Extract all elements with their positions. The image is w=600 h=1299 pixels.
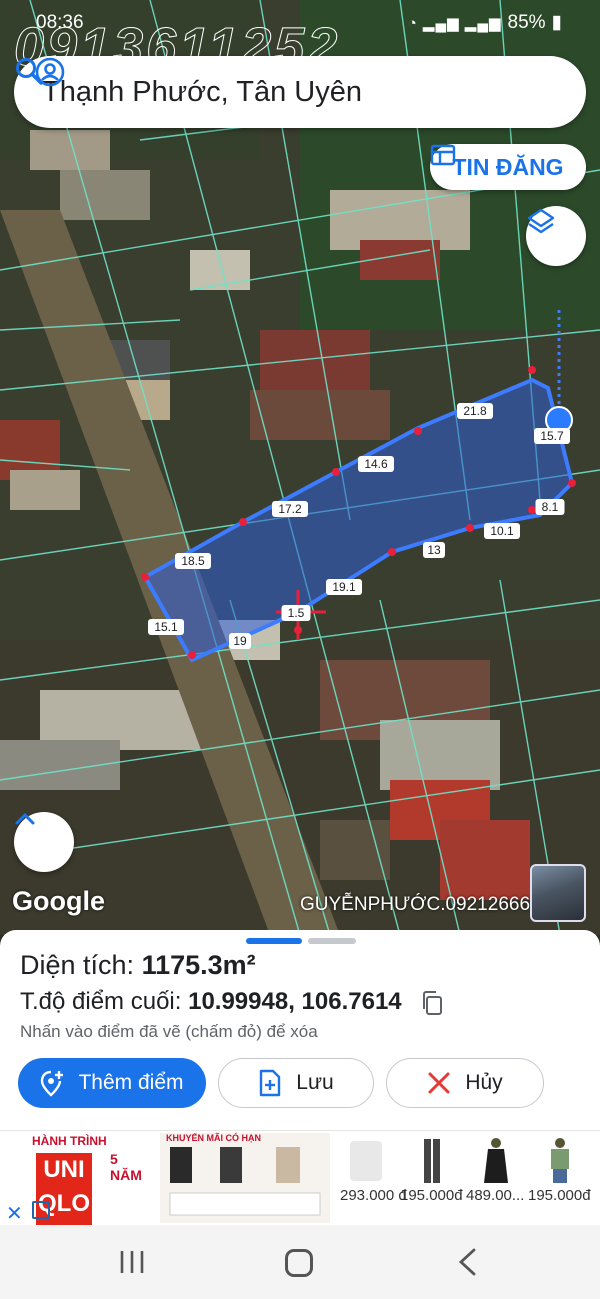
listing-icon (430, 144, 456, 166)
add-point-button[interactable]: Thêm điểm (18, 1058, 206, 1108)
battery-icon: ▮ (551, 12, 562, 33)
coord-row: T.độ điểm cuối: 10.99948, 106.7614 (20, 988, 402, 1016)
chevron-up-icon (15, 812, 35, 825)
close-icon (428, 1072, 450, 1094)
signal-icon: ◔ ▂▄▆ ▂▄▆ (407, 14, 502, 32)
ad-banner[interactable]: HÀNH TRÌNH UNI QLO 5 NĂM KHUYẾN MÃI CÓ H… (0, 1130, 600, 1225)
edge-length-label: 13 (427, 543, 441, 557)
product-top-image (350, 1141, 382, 1181)
edge-length-label: 18.5 (181, 554, 205, 568)
add-point-label: Thêm điểm (78, 1071, 184, 1094)
area-value: 1175.3m² (141, 950, 256, 980)
home-icon[interactable] (285, 1249, 313, 1277)
add-location-icon (41, 1070, 64, 1097)
ad-banner-title: HÀNH TRÌNH (32, 1134, 107, 1148)
search-bar[interactable]: Thạnh Phước, Tân Uyên (14, 56, 586, 128)
edge-length-label: 19 (233, 634, 247, 648)
sheet-handle[interactable] (246, 938, 356, 944)
layers-button[interactable] (526, 206, 586, 266)
product-pants-image (424, 1139, 440, 1183)
recents-icon[interactable] (118, 1249, 146, 1275)
ad-close-icon[interactable]: ✕ (6, 1201, 23, 1226)
edge-length-label: 8.1 (542, 500, 559, 514)
edge-length-label: 21.8 (463, 404, 487, 418)
coord-label: T.độ điểm cuối: (20, 988, 182, 1015)
battery-level: 85% (507, 11, 546, 33)
product-price: 195.000đ (528, 1187, 591, 1204)
edge-length-label: 19.1 (332, 580, 356, 594)
search-icon[interactable] (14, 56, 44, 86)
credit-watermark: GUYỄNPHƯỚC.09212666 (300, 894, 531, 915)
ad-choices-icon[interactable] (32, 1201, 50, 1219)
product-shirt-image (551, 1138, 569, 1183)
layers-icon (527, 208, 555, 234)
product-price: 195.000đ (400, 1187, 463, 1204)
area-label: Diện tích: (20, 950, 135, 980)
product-price: 293.000 đ (340, 1187, 407, 1204)
delete-hint: Nhấn vào điểm đã vẽ (chấm đỏ) để xóa (20, 1022, 318, 1041)
save-file-icon (260, 1069, 281, 1097)
back-icon[interactable] (456, 1247, 478, 1277)
status-right: ◔ ▂▄▆ ▂▄▆ 85% ▮ (408, 11, 562, 34)
save-button[interactable]: Lưu (218, 1058, 374, 1108)
edge-length-label: 15.1 (154, 620, 178, 634)
expand-up-button[interactable] (14, 812, 74, 872)
measurement-sheet: Diện tích: 1175.3m² T.độ điểm cuối: 10.9… (0, 930, 600, 1130)
avatar (530, 864, 586, 922)
product-price: 489.00... (466, 1187, 525, 1204)
search-input[interactable]: Thạnh Phước, Tân Uyên (42, 76, 586, 109)
product-dress-image (484, 1138, 508, 1183)
ad-side-text: 5 NĂM (110, 1151, 142, 1183)
edge-length-label: 10.1 (490, 524, 514, 538)
copy-icon[interactable] (420, 990, 444, 1016)
cancel-button[interactable]: Hủy (386, 1058, 544, 1108)
ad-promo-panel[interactable]: KHUYẾN MÃI CÓ HẠN (160, 1133, 330, 1223)
edge-length-label: 15.7 (540, 429, 564, 443)
promo-models-image (169, 1147, 321, 1216)
satellite-map: 21.8 15.7 8.1 10.1 13 19.1 1.5 19 15.1 18.5 17.2 14… (0, 0, 600, 935)
save-label: Lưu (296, 1071, 334, 1094)
edge-length-label: 1.5 (288, 606, 305, 620)
tin-dang-button[interactable]: TIN ĐĂNG (430, 144, 586, 190)
system-nav-bar (0, 1225, 600, 1299)
tin-dang-label: TIN ĐĂNG (452, 153, 564, 180)
google-logo: Google (12, 886, 105, 916)
coord-value: 10.99948, 106.7614 (188, 988, 402, 1015)
area-row: Diện tích: 1175.3m² (20, 950, 256, 981)
edge-length-label: 14.6 (364, 457, 388, 471)
map-view[interactable]: 21.8 15.7 8.1 10.1 13 19.1 1.5 19 15.1 18.5 17.2 14… (0, 0, 600, 935)
edge-length-label: 17.2 (278, 502, 302, 516)
cancel-label: Hủy (465, 1071, 503, 1094)
ad-promo-title: KHUYẾN MÃI CÓ HẠN (166, 1133, 262, 1143)
